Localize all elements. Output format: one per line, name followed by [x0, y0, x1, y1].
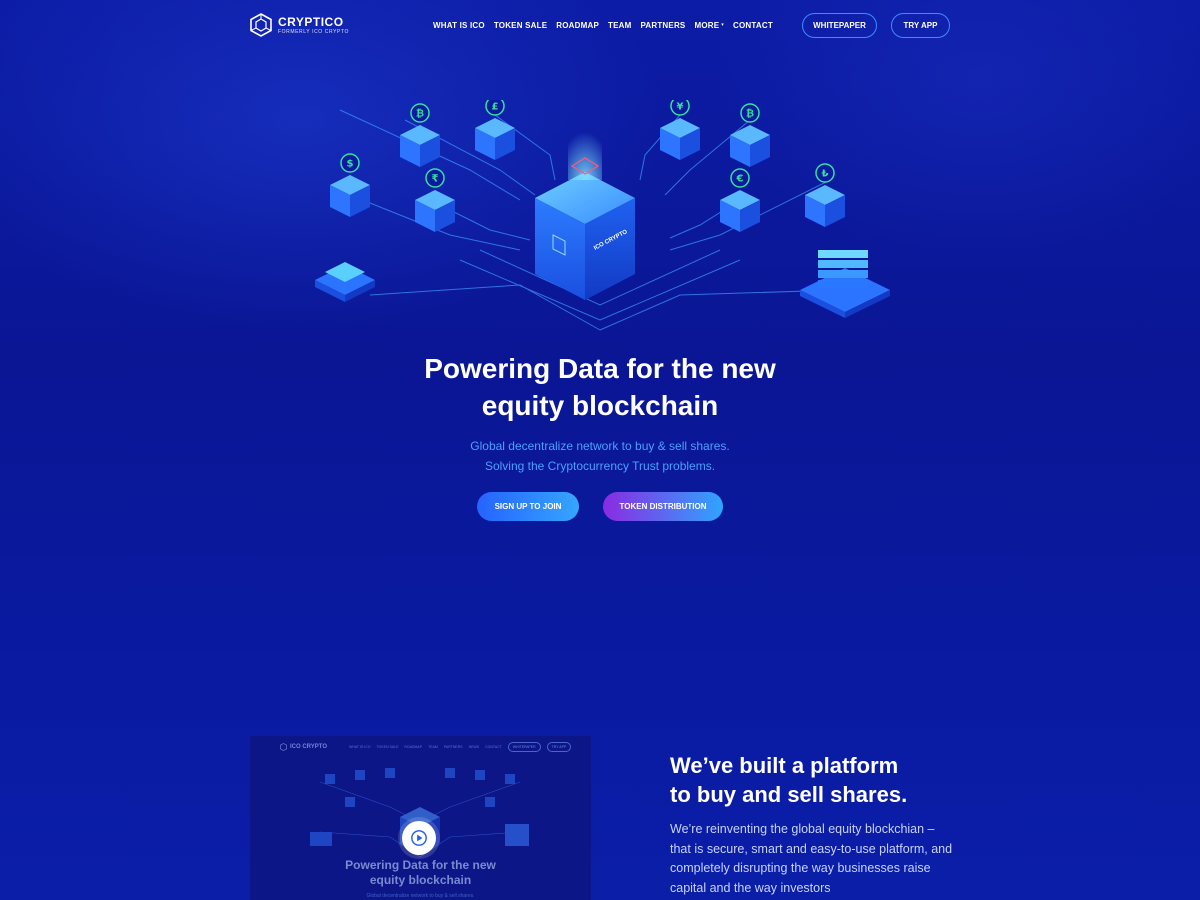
nav-team[interactable]: TEAM [608, 21, 631, 30]
hero-title-line1: Powering Data for the new [424, 353, 776, 384]
nav-partners[interactable]: PARTNERS [640, 21, 685, 30]
video-preview[interactable]: ICO CRYPTO WHAT IS ICO TOKEN SALE ROADMA… [250, 736, 591, 900]
preview-whitepaper-button: WHITEPAPER [507, 742, 541, 752]
nav-token-sale[interactable]: TOKEN SALE [494, 21, 547, 30]
try-app-button[interactable]: TRY APP [891, 12, 950, 38]
currency-cube: ₹ [415, 168, 455, 232]
whitepaper-button[interactable]: WHITEPAPER [802, 12, 877, 38]
nav-what-is-ico[interactable]: WHAT IS ICO [433, 21, 485, 30]
nav-more[interactable]: MORE ▾ [694, 21, 724, 30]
logo-hexagon-icon [250, 13, 272, 37]
currency-cube: $ [330, 153, 370, 217]
hero-subtitle-line1: Global decentralize network to buy & sel… [470, 439, 730, 453]
preview-nav-item: WHAT IS ICO [349, 745, 371, 749]
about-description: We’re reinventing the global equity bloc… [670, 822, 953, 895]
hero-title: Powering Data for the new equity blockch… [300, 350, 900, 424]
preview-nav-item: ROADMAP [404, 745, 423, 749]
currency-cube: ₿ [730, 103, 770, 167]
currency-symbol: $ [347, 159, 354, 170]
preview-nav-item: NEWS [468, 745, 480, 749]
currency-cube: ₿ [400, 103, 440, 167]
header-buttons: WHITEPAPER TRY APP [802, 12, 950, 38]
left-node-stack [315, 262, 375, 302]
about-title-line1: We’ve built a platform [670, 753, 899, 778]
currency-symbol: € [736, 174, 744, 185]
blockchain-network-illustration: ICO CRYPTO $ ₿ £ ₹ ₿ ¥ € ₺ [315, 100, 890, 331]
preview-title: Powering Data for the new equity blockch… [250, 858, 591, 888]
hero-subtitle: Global decentralize network to buy & sel… [300, 436, 900, 476]
nav-roadmap[interactable]: ROADMAP [556, 21, 599, 30]
preview-nav: WHAT IS ICO TOKEN SALE ROADMAP TEAM PART… [349, 745, 502, 749]
hero-buttons: SIGN UP TO JOIN TOKEN DISTRIBUTION [300, 492, 900, 521]
hero-subtitle-line2: Solving the Cryptocurrency Trust problem… [484, 459, 716, 473]
preview-title-line2: equity blockchain [369, 873, 472, 887]
preview-nav-item: PARTNERS [443, 745, 463, 749]
currency-cube: € [720, 168, 760, 232]
currency-cube: ₺ [805, 163, 845, 227]
preview-header: ICO CRYPTO WHAT IS ICO TOKEN SALE ROADMA… [250, 736, 591, 758]
brand-logo[interactable]: CRYPTICO FORMERLY ICO CRYPTO [250, 13, 400, 37]
brand-name: CRYPTICO [278, 14, 344, 29]
preview-subtitle: Global decentralize network to buy & sel… [366, 893, 475, 899]
currency-symbol: ₿ [746, 108, 754, 120]
play-icon [411, 830, 427, 846]
preview-try-app-button: TRY APP [546, 742, 572, 752]
preview-nav-item: TEAM [428, 745, 438, 749]
hero-title-line2: equity blockchain [481, 390, 719, 421]
preview-nav-item: CONTACT [485, 745, 502, 749]
chevron-down-icon: ▾ [721, 22, 724, 28]
preview-logo-text: ICO CRYPTO [290, 744, 328, 750]
preview-title-line1: Powering Data for the new [345, 858, 496, 872]
nav-contact[interactable]: CONTACT [733, 21, 773, 30]
currency-symbol: ₿ [416, 108, 424, 120]
about-title: We’ve built a platform to buy and sell s… [670, 751, 970, 809]
nav-more-label: MORE [694, 20, 720, 30]
currency-symbol: £ [492, 102, 499, 113]
currency-symbol: ₺ [822, 169, 829, 180]
currency-symbol: ₹ [432, 174, 439, 185]
play-video-button[interactable] [402, 821, 436, 855]
central-ico-cube: ICO CRYPTO [535, 120, 635, 300]
sign-up-button[interactable]: SIGN UP TO JOIN [477, 492, 579, 521]
currency-cube: ¥ [660, 100, 700, 160]
site-header: CRYPTICO FORMERLY ICO CRYPTO WHAT IS ICO… [250, 12, 950, 38]
preview-nav-item: TOKEN SALE [376, 745, 399, 749]
preview-logo: ICO CRYPTO [280, 743, 327, 751]
currency-symbol: ¥ [677, 102, 684, 113]
token-distribution-button[interactable]: TOKEN DISTRIBUTION [603, 492, 723, 521]
main-nav: WHAT IS ICO TOKEN SALE ROADMAP TEAM PART… [433, 21, 773, 30]
brand-subtitle: FORMERLY ICO CRYPTO [278, 28, 350, 35]
preview-logo-icon [280, 743, 287, 751]
about-title-line2: to buy and sell shares. [670, 782, 908, 807]
currency-cube: £ [475, 100, 515, 160]
right-server-stack [800, 250, 890, 318]
